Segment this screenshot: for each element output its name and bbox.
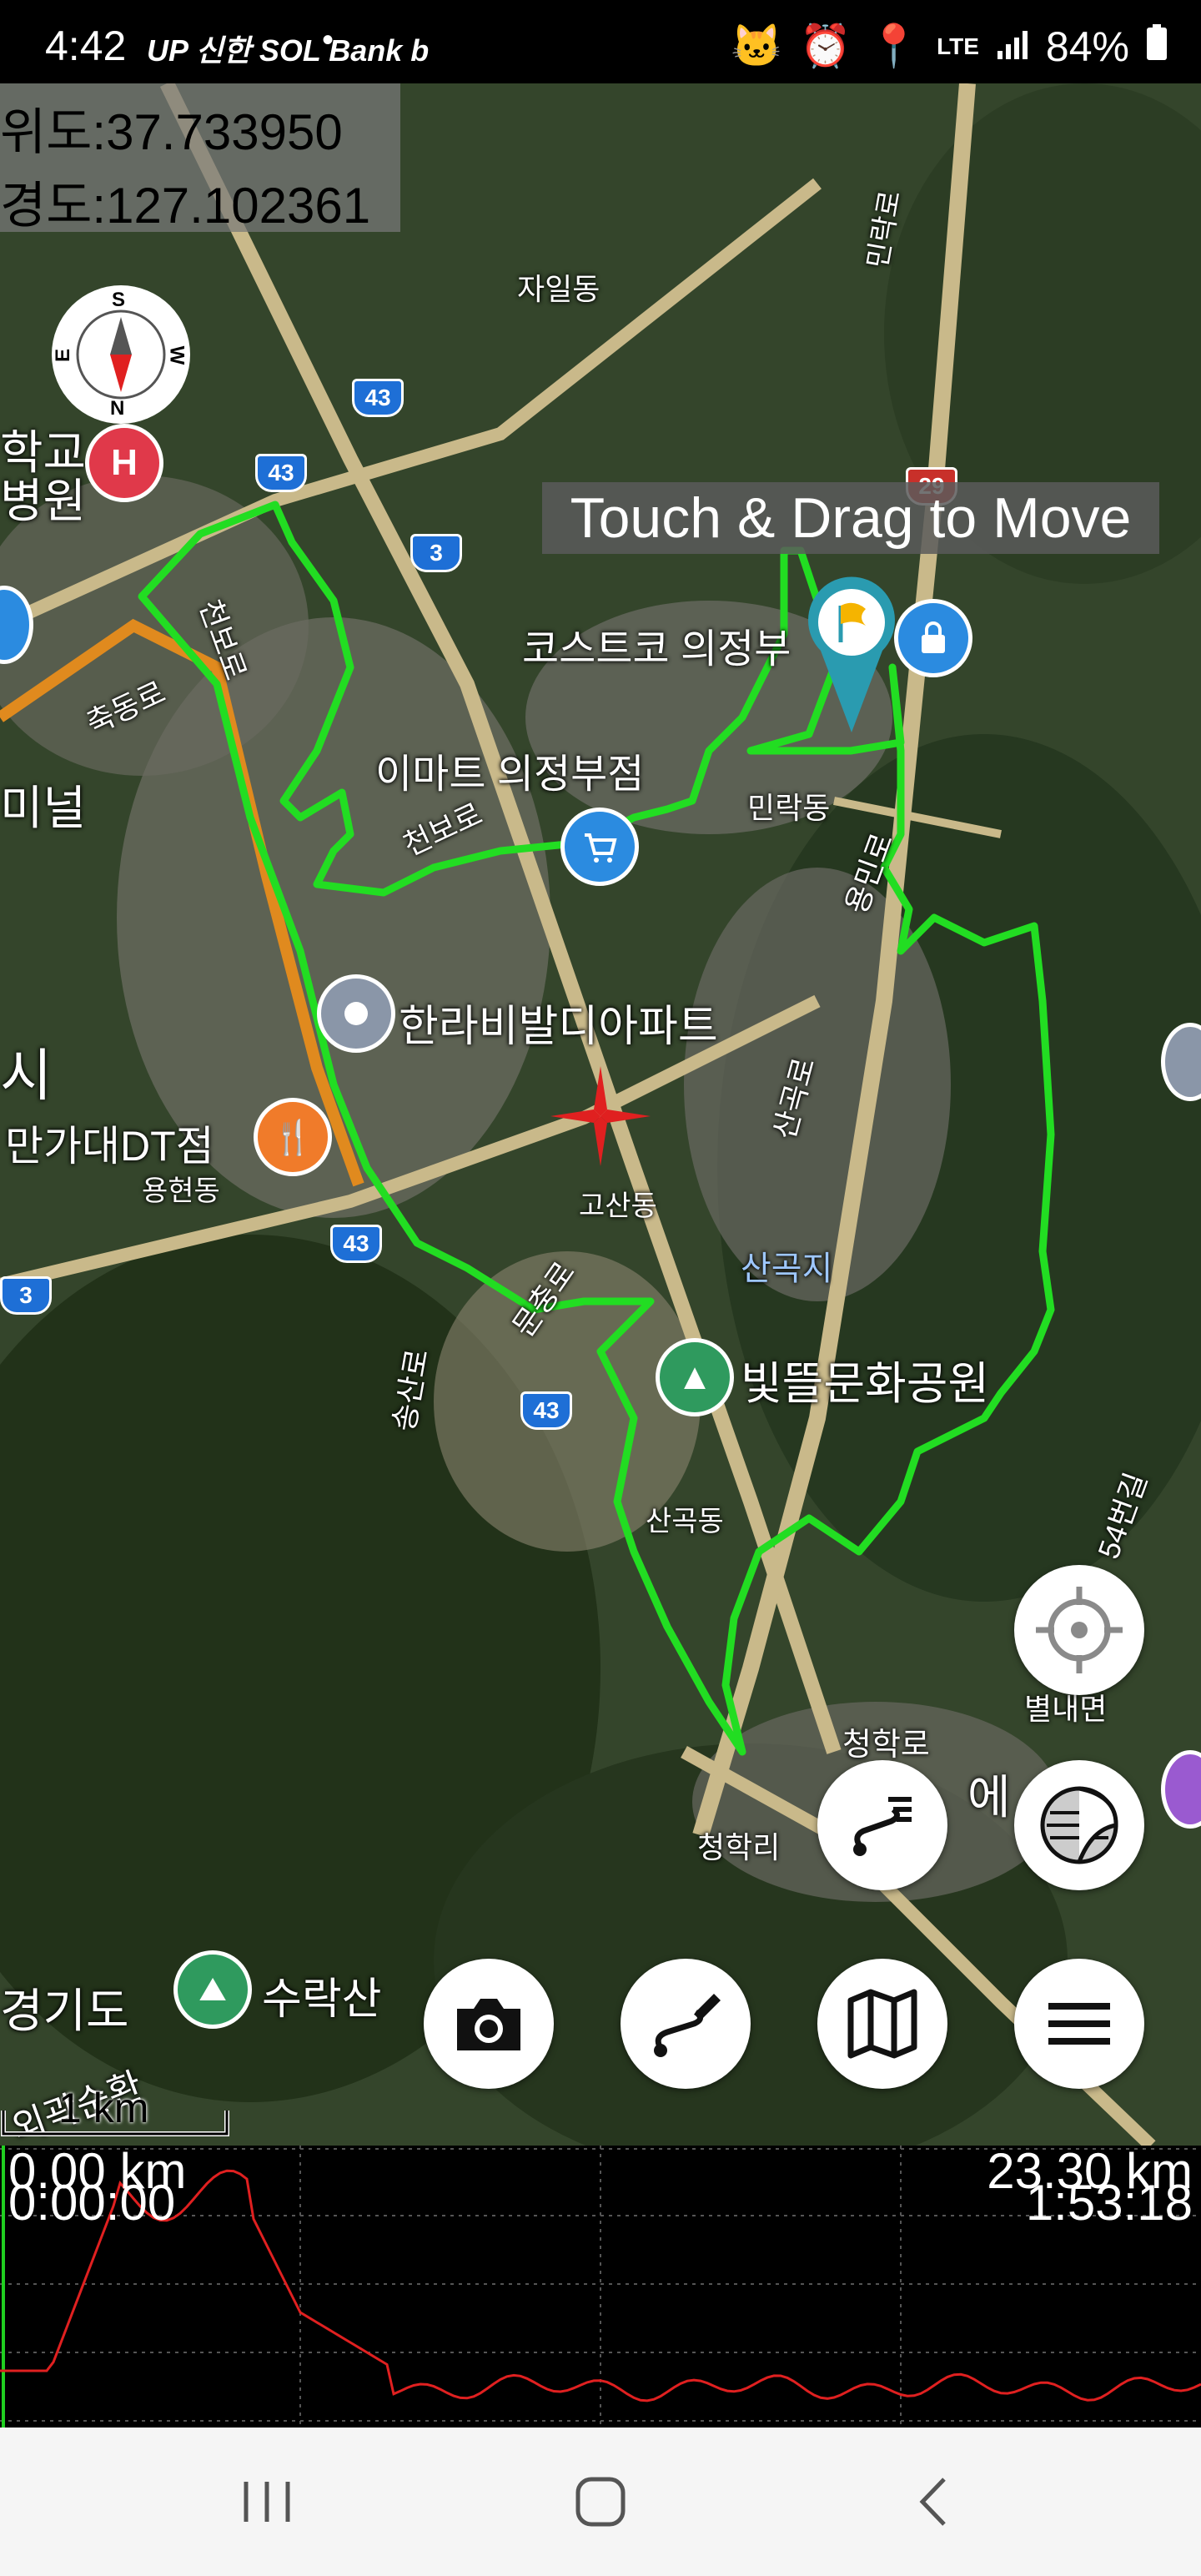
recent-apps-button[interactable] xyxy=(183,2428,350,2576)
menu-button[interactable] xyxy=(1014,1959,1144,2089)
map-label-bitteul: 빛뜰문화공원 xyxy=(741,1359,990,1409)
map-icon xyxy=(847,1989,917,2059)
location-icon: 📍 xyxy=(867,23,921,69)
layers-button[interactable] xyxy=(1014,1760,1144,1890)
map-label-si: 시 xyxy=(0,1044,53,1108)
recent-apps-icon xyxy=(244,2482,290,2522)
map-label-terminal: 미널 xyxy=(0,782,87,834)
restaurant-poi-icon[interactable]: 🍴 xyxy=(254,1098,332,1176)
lte-icon: LTE xyxy=(937,33,979,59)
status-bar: 4:42 UP 신한 SOL Bank b • 🐱 ⏰ 📍 LTE 84% xyxy=(0,0,1201,83)
map-label-dt: 만가대DT점 xyxy=(5,1123,214,1170)
road-shield-43: 43 xyxy=(255,454,307,492)
road-shield-3: 3 xyxy=(0,1276,52,1315)
map-label-hanra: 한라비발디아파트 xyxy=(399,1003,718,1051)
longitude-readout: 경도:127.102361 xyxy=(0,178,371,234)
hospital-poi-icon[interactable]: H xyxy=(85,424,163,502)
elev-start-time: 0:00:00 xyxy=(8,2175,176,2231)
map-label-suraksan: 수락산 xyxy=(262,1975,382,2024)
map-label-cheonghak-ri: 청학리 xyxy=(697,1830,781,1864)
map-label-gosan: 고산동 xyxy=(579,1190,657,1222)
compass-button[interactable]: S N E W xyxy=(52,285,190,424)
road-shield-43: 43 xyxy=(520,1391,572,1430)
elevation-profile[interactable]: 0.00 km 0:00:00 23.30 km 1:53:18 xyxy=(0,2146,1201,2428)
route-list-button[interactable] xyxy=(817,1760,947,1890)
touch-drag-banner: Touch & Drag to Move xyxy=(542,482,1159,554)
mountain-poi-icon[interactable]: ⛰ xyxy=(173,1950,252,2029)
elev-end-time: 1:53:18 xyxy=(1025,2175,1193,2231)
map-label-gyeonggi: 경기도 xyxy=(0,1985,129,2037)
map-label-jail: 자일동 xyxy=(517,272,600,306)
cat-icon: 🐱 xyxy=(731,23,783,69)
shopping-poi-icon[interactable] xyxy=(560,808,639,886)
compass-needle-icon xyxy=(76,309,166,400)
camera-button[interactable] xyxy=(424,1959,554,2089)
park-poi-icon[interactable]: ▲ xyxy=(656,1338,734,1416)
map-label-sangokdong: 산곡동 xyxy=(646,1506,724,1537)
road-shield-43: 43 xyxy=(330,1225,382,1263)
route-edit-icon xyxy=(654,1994,721,2057)
battery-percent: 84% xyxy=(1045,23,1129,70)
start-flag-marker[interactable] xyxy=(806,576,897,734)
lock-poi-icon[interactable] xyxy=(894,599,972,677)
latitude-readout: 위도:37.733950 xyxy=(0,104,343,160)
apartment-poi-icon[interactable] xyxy=(317,974,395,1053)
map-label-costco: 코스트코 의정부 xyxy=(522,627,791,672)
map-label-cheonghak-ro: 청학로 xyxy=(842,1728,930,1763)
map-label-hospital: 병원 xyxy=(0,475,87,527)
locate-icon xyxy=(1036,1587,1123,1673)
road-shield-3: 3 xyxy=(410,534,462,572)
map-label-minrakdong: 민락동 xyxy=(747,791,831,825)
map-label-emart: 이마트 의정부점 xyxy=(375,752,645,797)
camera-icon xyxy=(457,1999,520,2050)
status-time: 4:42 xyxy=(45,23,127,69)
system-nav-bar xyxy=(0,2428,1201,2576)
map-label-sangokji: 산곡지 xyxy=(741,1250,833,1287)
map-label-yonghyeon: 용현동 xyxy=(142,1175,220,1207)
status-right-icons: 🐱 ⏰ 📍 LTE 84% xyxy=(731,22,1168,71)
road-shield-43: 43 xyxy=(352,379,404,417)
map-label-ek: 에 xyxy=(967,1771,1011,1824)
signal-icon xyxy=(996,23,1029,71)
map-button[interactable] xyxy=(817,1959,947,2089)
scale-bar xyxy=(1,2111,229,2136)
battery-icon xyxy=(1146,23,1168,71)
alarm-icon: ⏰ xyxy=(799,23,852,69)
menu-icon xyxy=(1048,2003,1110,2045)
locate-button[interactable] xyxy=(1014,1565,1144,1695)
home-button[interactable] xyxy=(517,2428,684,2576)
route-edit-button[interactable] xyxy=(621,1959,751,2089)
status-carrier-icons: UP 신한 SOL Bank b xyxy=(147,33,430,68)
layers-icon xyxy=(1040,1786,1118,1864)
home-icon xyxy=(575,2477,626,2527)
back-icon xyxy=(919,2478,946,2526)
notification-dot: • xyxy=(322,22,334,58)
back-button[interactable] xyxy=(851,2428,1018,2576)
route-list-icon xyxy=(853,1797,912,1856)
